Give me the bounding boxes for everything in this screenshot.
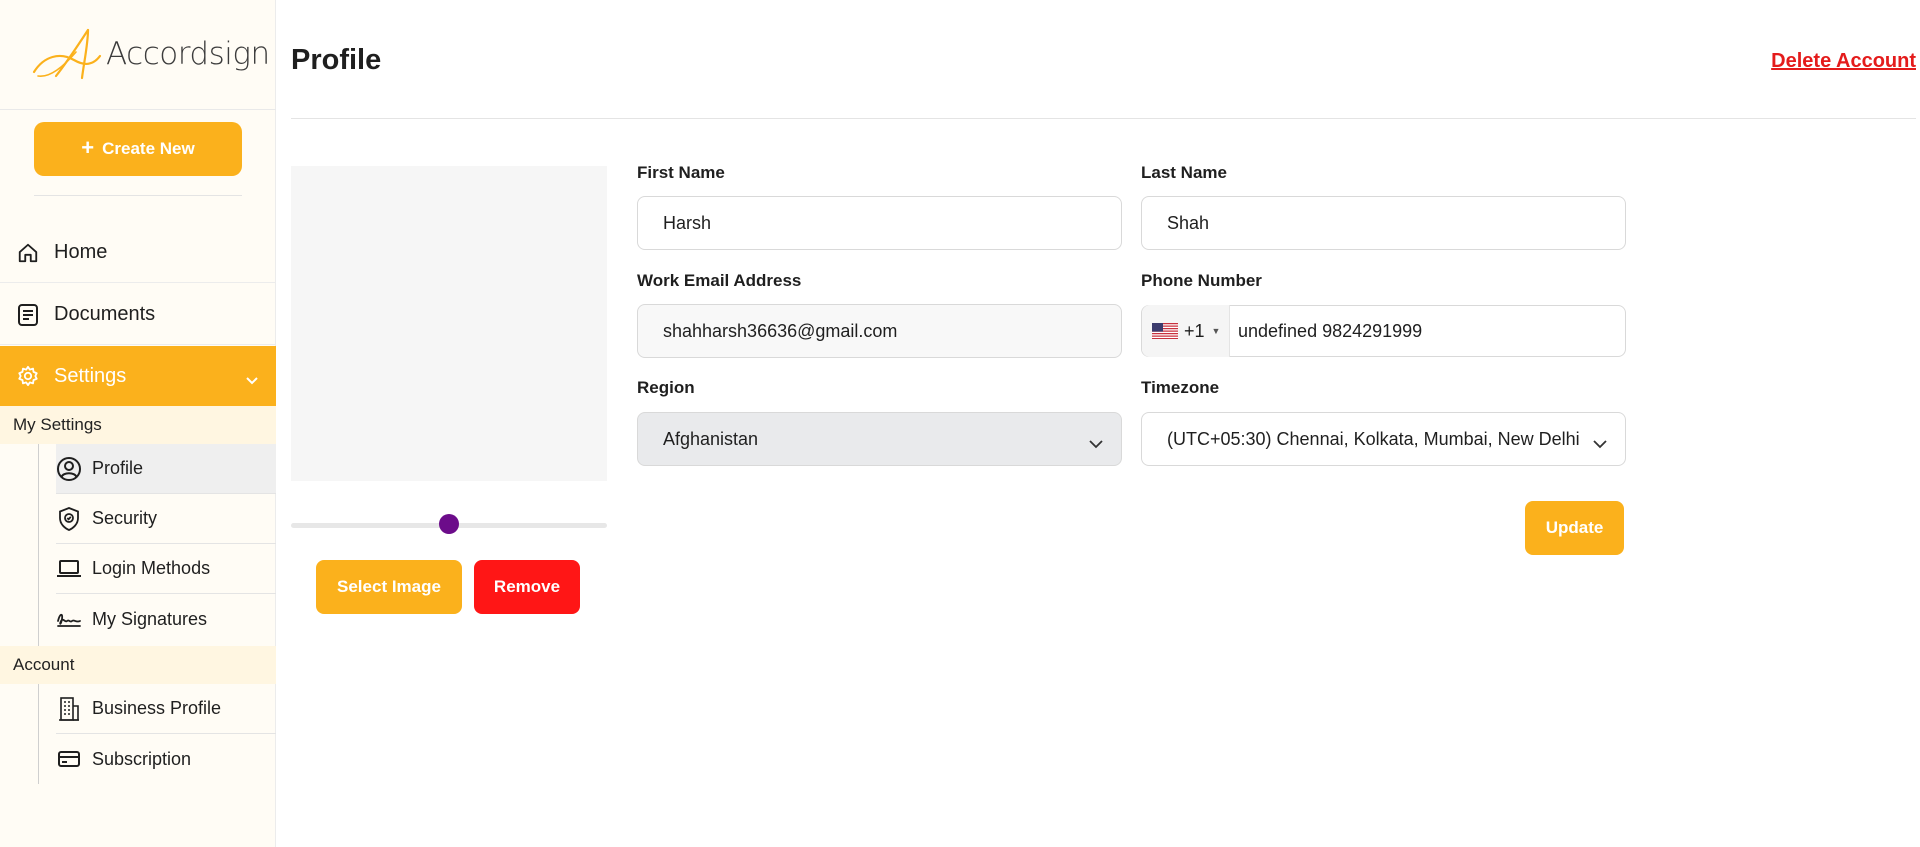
group-label-my-settings: My Settings [0, 406, 276, 444]
select-image-button[interactable]: Select Image [316, 560, 462, 614]
caret-down-icon: ▼ [1211, 326, 1221, 336]
nav-home-label: Home [54, 241, 108, 263]
delete-account-link[interactable]: Delete Account [1771, 50, 1916, 73]
first-name-label: First Name [637, 163, 725, 182]
update-button[interactable]: Update [1525, 501, 1624, 555]
phone-field[interactable]: +1 ▼ undefined 9824291999 [1141, 305, 1626, 357]
phone-label: Phone Number [1141, 271, 1262, 290]
timezone-value: (UTC+05:30) Chennai, Kolkata, Mumbai, Ne… [1167, 428, 1580, 449]
region-label: Region [637, 378, 695, 397]
sidebar-item-label: Business Profile [92, 698, 222, 718]
email-label: Work Email Address [637, 271, 802, 290]
chevron-down-icon [1089, 433, 1103, 454]
create-new-label: Create New [102, 139, 195, 158]
region-select[interactable]: Afghanistan [637, 412, 1122, 466]
gear-icon [16, 364, 40, 388]
nav-settings[interactable]: Settings [0, 346, 276, 406]
nav-documents[interactable]: Documents [0, 285, 276, 345]
credit-card-icon [56, 746, 82, 772]
country-code-selector[interactable]: +1 ▼ [1142, 305, 1230, 357]
nav-settings-label: Settings [54, 364, 127, 387]
sidebar-item-subscription[interactable]: Subscription [56, 734, 276, 784]
us-flag-icon [1152, 323, 1178, 339]
email-value: shahharsh36636@gmail.com [663, 320, 898, 341]
sidebar-item-label: Subscription [92, 748, 192, 769]
timezone-select[interactable]: (UTC+05:30) Chennai, Kolkata, Mumbai, Ne… [1141, 412, 1626, 466]
country-code: +1 [1184, 320, 1205, 341]
sidebar-item-business-profile[interactable]: Business Profile [56, 684, 276, 734]
page-title: Profile [291, 44, 382, 76]
home-icon [16, 241, 40, 265]
logo-mark-icon [32, 28, 102, 80]
remove-image-button[interactable]: Remove [474, 560, 580, 614]
first-name-value: Harsh [663, 212, 712, 233]
document-icon [16, 303, 40, 327]
last-name-label: Last Name [1141, 163, 1227, 182]
sidebar-item-my-signatures[interactable]: My Signatures [56, 594, 276, 644]
laptop-icon [56, 556, 82, 582]
sidebar-item-profile[interactable]: Profile [56, 444, 276, 494]
sidebar-item-login-methods[interactable]: Login Methods [56, 544, 276, 594]
last-name-field[interactable]: Shah [1141, 196, 1626, 250]
divider [34, 195, 242, 196]
signature-icon [56, 606, 82, 632]
sidebar-item-label: Profile [92, 458, 144, 478]
nav-home[interactable]: Home [0, 223, 276, 283]
last-name-value: Shah [1167, 212, 1210, 233]
email-field[interactable]: shahharsh36636@gmail.com [637, 304, 1122, 358]
first-name-field[interactable]: Harsh [637, 196, 1122, 250]
divider [291, 118, 1916, 119]
logo-text: Accordsign [106, 36, 270, 72]
plus-icon: + [81, 135, 95, 160]
building-icon [56, 696, 82, 722]
timezone-label: Timezone [1141, 378, 1220, 397]
create-new-button[interactable]: + Create New [34, 122, 242, 176]
sidebar-item-security[interactable]: Security [56, 494, 276, 544]
region-value: Afghanistan [663, 428, 759, 449]
tree-line [38, 444, 39, 646]
nav-documents-label: Documents [54, 303, 156, 325]
shield-icon [56, 506, 82, 532]
user-circle-icon [56, 456, 82, 482]
phone-value: undefined 9824291999 [1238, 320, 1423, 341]
chevron-down-icon [1593, 433, 1607, 454]
sidebar-item-label: Security [92, 508, 158, 528]
sidebar-item-label: My Signatures [92, 608, 208, 629]
divider [0, 109, 276, 110]
sidebar-item-label: Login Methods [92, 558, 211, 578]
sidebar: Accordsign + Create New Home Documents S… [0, 0, 276, 847]
tree-line [38, 684, 39, 784]
zoom-slider[interactable] [291, 514, 607, 534]
avatar-preview[interactable] [291, 166, 607, 481]
chevron-down-icon [246, 368, 258, 391]
slider-thumb[interactable] [439, 514, 459, 534]
group-label-account: Account [0, 646, 276, 684]
accordsign-logo[interactable]: Accordsign [30, 26, 270, 82]
